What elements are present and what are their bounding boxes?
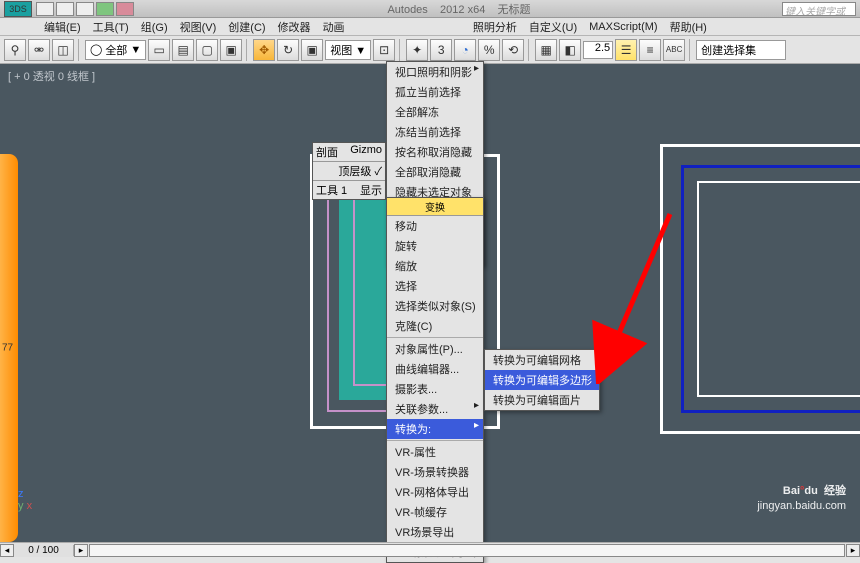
window-title: Autodes 2012 x64 无标题	[136, 1, 782, 17]
ctx-select[interactable]: 选择	[387, 276, 483, 296]
scale-icon[interactable]: ▣	[301, 39, 323, 61]
manip-icon[interactable]: ✦	[406, 39, 428, 61]
ctx-vr-scene-export[interactable]: VR场景导出	[387, 522, 483, 542]
ctx-wire-params[interactable]: 关联参数...	[387, 399, 483, 419]
selection-filter[interactable]: ◯全部▼	[85, 40, 146, 60]
menu-custom[interactable]: 自定义(U)	[523, 19, 583, 35]
quad-transform-panel: 变换 移动 旋转 缩放 选择 选择类似对象(S) 克隆(C) 对象属性(P)..…	[386, 197, 484, 563]
scroll-end-icon[interactable]: ▸	[846, 544, 860, 557]
abc-icon[interactable]: ABC	[663, 39, 685, 61]
undo-icon[interactable]	[96, 2, 114, 16]
named-selection-set[interactable]: 创建选择集	[696, 40, 786, 60]
main-toolbar: ⚲ ⚮ ◫ ◯全部▼ ▭ ▤ ▢ ▣ ✥ ↻ ▣ 视图 ▼ ⊡ ✦ 3 ◔ % …	[0, 36, 860, 64]
ctx-vr-converter[interactable]: VR-场景转换器	[387, 462, 483, 482]
window-icon[interactable]: ▣	[220, 39, 242, 61]
axis-gizmo: z y x	[18, 488, 32, 512]
keyword-input[interactable]: 键入关键字或短	[782, 2, 856, 16]
quad-menu-header: 剖面Gizmo 顶层级 ✓ 工具 1显示	[312, 142, 386, 200]
select-icon[interactable]: ▭	[148, 39, 170, 61]
ctx-freeze-sel[interactable]: 冻结当前选择	[387, 122, 483, 142]
viewport-label[interactable]: [ + 0 透视 0 线框 ]	[8, 68, 95, 84]
ctx-props[interactable]: 对象属性(P)...	[387, 339, 483, 359]
named-sel-icon[interactable]: ▦	[535, 39, 557, 61]
timeline-scrollbar[interactable]: ◂ 0 / 100 ▸ ▸	[0, 542, 860, 557]
ctx-rotate[interactable]: 旋转	[387, 236, 483, 256]
menu-view[interactable]: 视图(V)	[174, 19, 223, 35]
new-icon[interactable]	[36, 2, 54, 16]
menu-help[interactable]: 帮助(H)	[664, 19, 713, 35]
open-icon[interactable]	[56, 2, 74, 16]
viewport[interactable]: [ + 0 透视 0 线框 ] 77 z y x 剖面Gizmo 顶层级 ✓ 工…	[0, 64, 860, 542]
arc-val[interactable]: 2.5	[583, 41, 613, 59]
align-icon[interactable]: ☰	[615, 39, 637, 61]
convert-edit-poly[interactable]: 转换为可编辑多边形	[485, 370, 599, 390]
layer-icon[interactable]: ≡	[639, 39, 661, 61]
ctx-move[interactable]: 移动	[387, 216, 483, 236]
rotate-icon[interactable]: ↻	[277, 39, 299, 61]
ctx-dope[interactable]: 摄影表...	[387, 379, 483, 399]
ctx2-header: 变换	[387, 198, 483, 216]
percent-snap-icon[interactable]: %	[478, 39, 500, 61]
unlink-icon[interactable]: ⚮	[28, 39, 50, 61]
ctx-vr-framebuffer[interactable]: VR-帧缓存	[387, 502, 483, 522]
angle-snap-icon[interactable]: ◔	[454, 39, 476, 61]
watermark: Bai°du 经验 jingyan.baidu.com	[757, 474, 846, 512]
menu-tools[interactable]: 工具(T)	[87, 19, 135, 35]
ctx-vr-mesh-export[interactable]: VR-网格体导出	[387, 482, 483, 502]
pivot-icon[interactable]: ⊡	[373, 39, 395, 61]
scroll-right-icon[interactable]: ▸	[74, 544, 88, 557]
ctx-unhide-all[interactable]: 全部取消隐藏	[387, 162, 483, 182]
menu-edit[interactable]: 编辑(E)	[38, 19, 87, 35]
menu-create[interactable]: 创建(C)	[222, 19, 271, 35]
ctx-unfreeze-all[interactable]: 全部解冻	[387, 102, 483, 122]
menu-maxscript[interactable]: MAXScript(M)	[583, 21, 663, 33]
ctx-isolate[interactable]: 孤立当前选择	[387, 82, 483, 102]
ctx-convert-to[interactable]: 转换为:	[387, 419, 483, 439]
ctx-vr-props[interactable]: VR-属性	[387, 442, 483, 462]
ctx-unhide-name[interactable]: 按名称取消隐藏	[387, 142, 483, 162]
convert-submenu: 转换为可编辑网格 转换为可编辑多边形 转换为可编辑面片	[484, 349, 600, 411]
convert-edit-patch[interactable]: 转换为可编辑面片	[485, 390, 599, 410]
scroll-track[interactable]	[89, 544, 845, 557]
ctx-select-similar[interactable]: 选择类似对象(S)	[387, 296, 483, 316]
spinner-snap-icon[interactable]: ⟲	[502, 39, 524, 61]
menu-anim[interactable]: 动画	[317, 19, 351, 35]
save-icon[interactable]	[76, 2, 94, 16]
scene-object[interactable]	[660, 144, 860, 434]
select-name-icon[interactable]: ▤	[172, 39, 194, 61]
ctx-scale[interactable]: 缩放	[387, 256, 483, 276]
menu-modifiers[interactable]: 修改器	[272, 19, 317, 35]
move-icon[interactable]: ✥	[253, 39, 275, 61]
redo-icon[interactable]	[116, 2, 134, 16]
app-logo: 3DS	[4, 1, 32, 17]
ctx-clone[interactable]: 克隆(C)	[387, 316, 483, 336]
titlebar: 3DS Autodes 2012 x64 无标题 键入关键字或短	[0, 0, 860, 18]
scroll-left-icon[interactable]: ◂	[0, 544, 14, 557]
frame-indicator: 0 / 100	[14, 545, 74, 556]
snap3-icon[interactable]: 3	[430, 39, 452, 61]
bind-icon[interactable]: ◫	[52, 39, 74, 61]
link-icon[interactable]: ⚲	[4, 39, 26, 61]
ctx-lighting[interactable]: 视口照明和阴影	[387, 62, 483, 82]
ref-coord[interactable]: 视图 ▼	[325, 40, 371, 60]
convert-edit-mesh[interactable]: 转换为可编辑网格	[485, 350, 599, 370]
ctx-curve-editor[interactable]: 曲线编辑器...	[387, 359, 483, 379]
menubar: 编辑(E) 工具(T) 组(G) 视图(V) 创建(C) 修改器 动画 图形编辑…	[0, 18, 860, 36]
mirror-icon[interactable]: ◧	[559, 39, 581, 61]
region-icon[interactable]: ▢	[196, 39, 218, 61]
timeline-marker[interactable]: 77	[0, 154, 18, 542]
menu-lighting[interactable]: 照明分析	[467, 19, 523, 35]
menu-group[interactable]: 组(G)	[135, 19, 174, 35]
